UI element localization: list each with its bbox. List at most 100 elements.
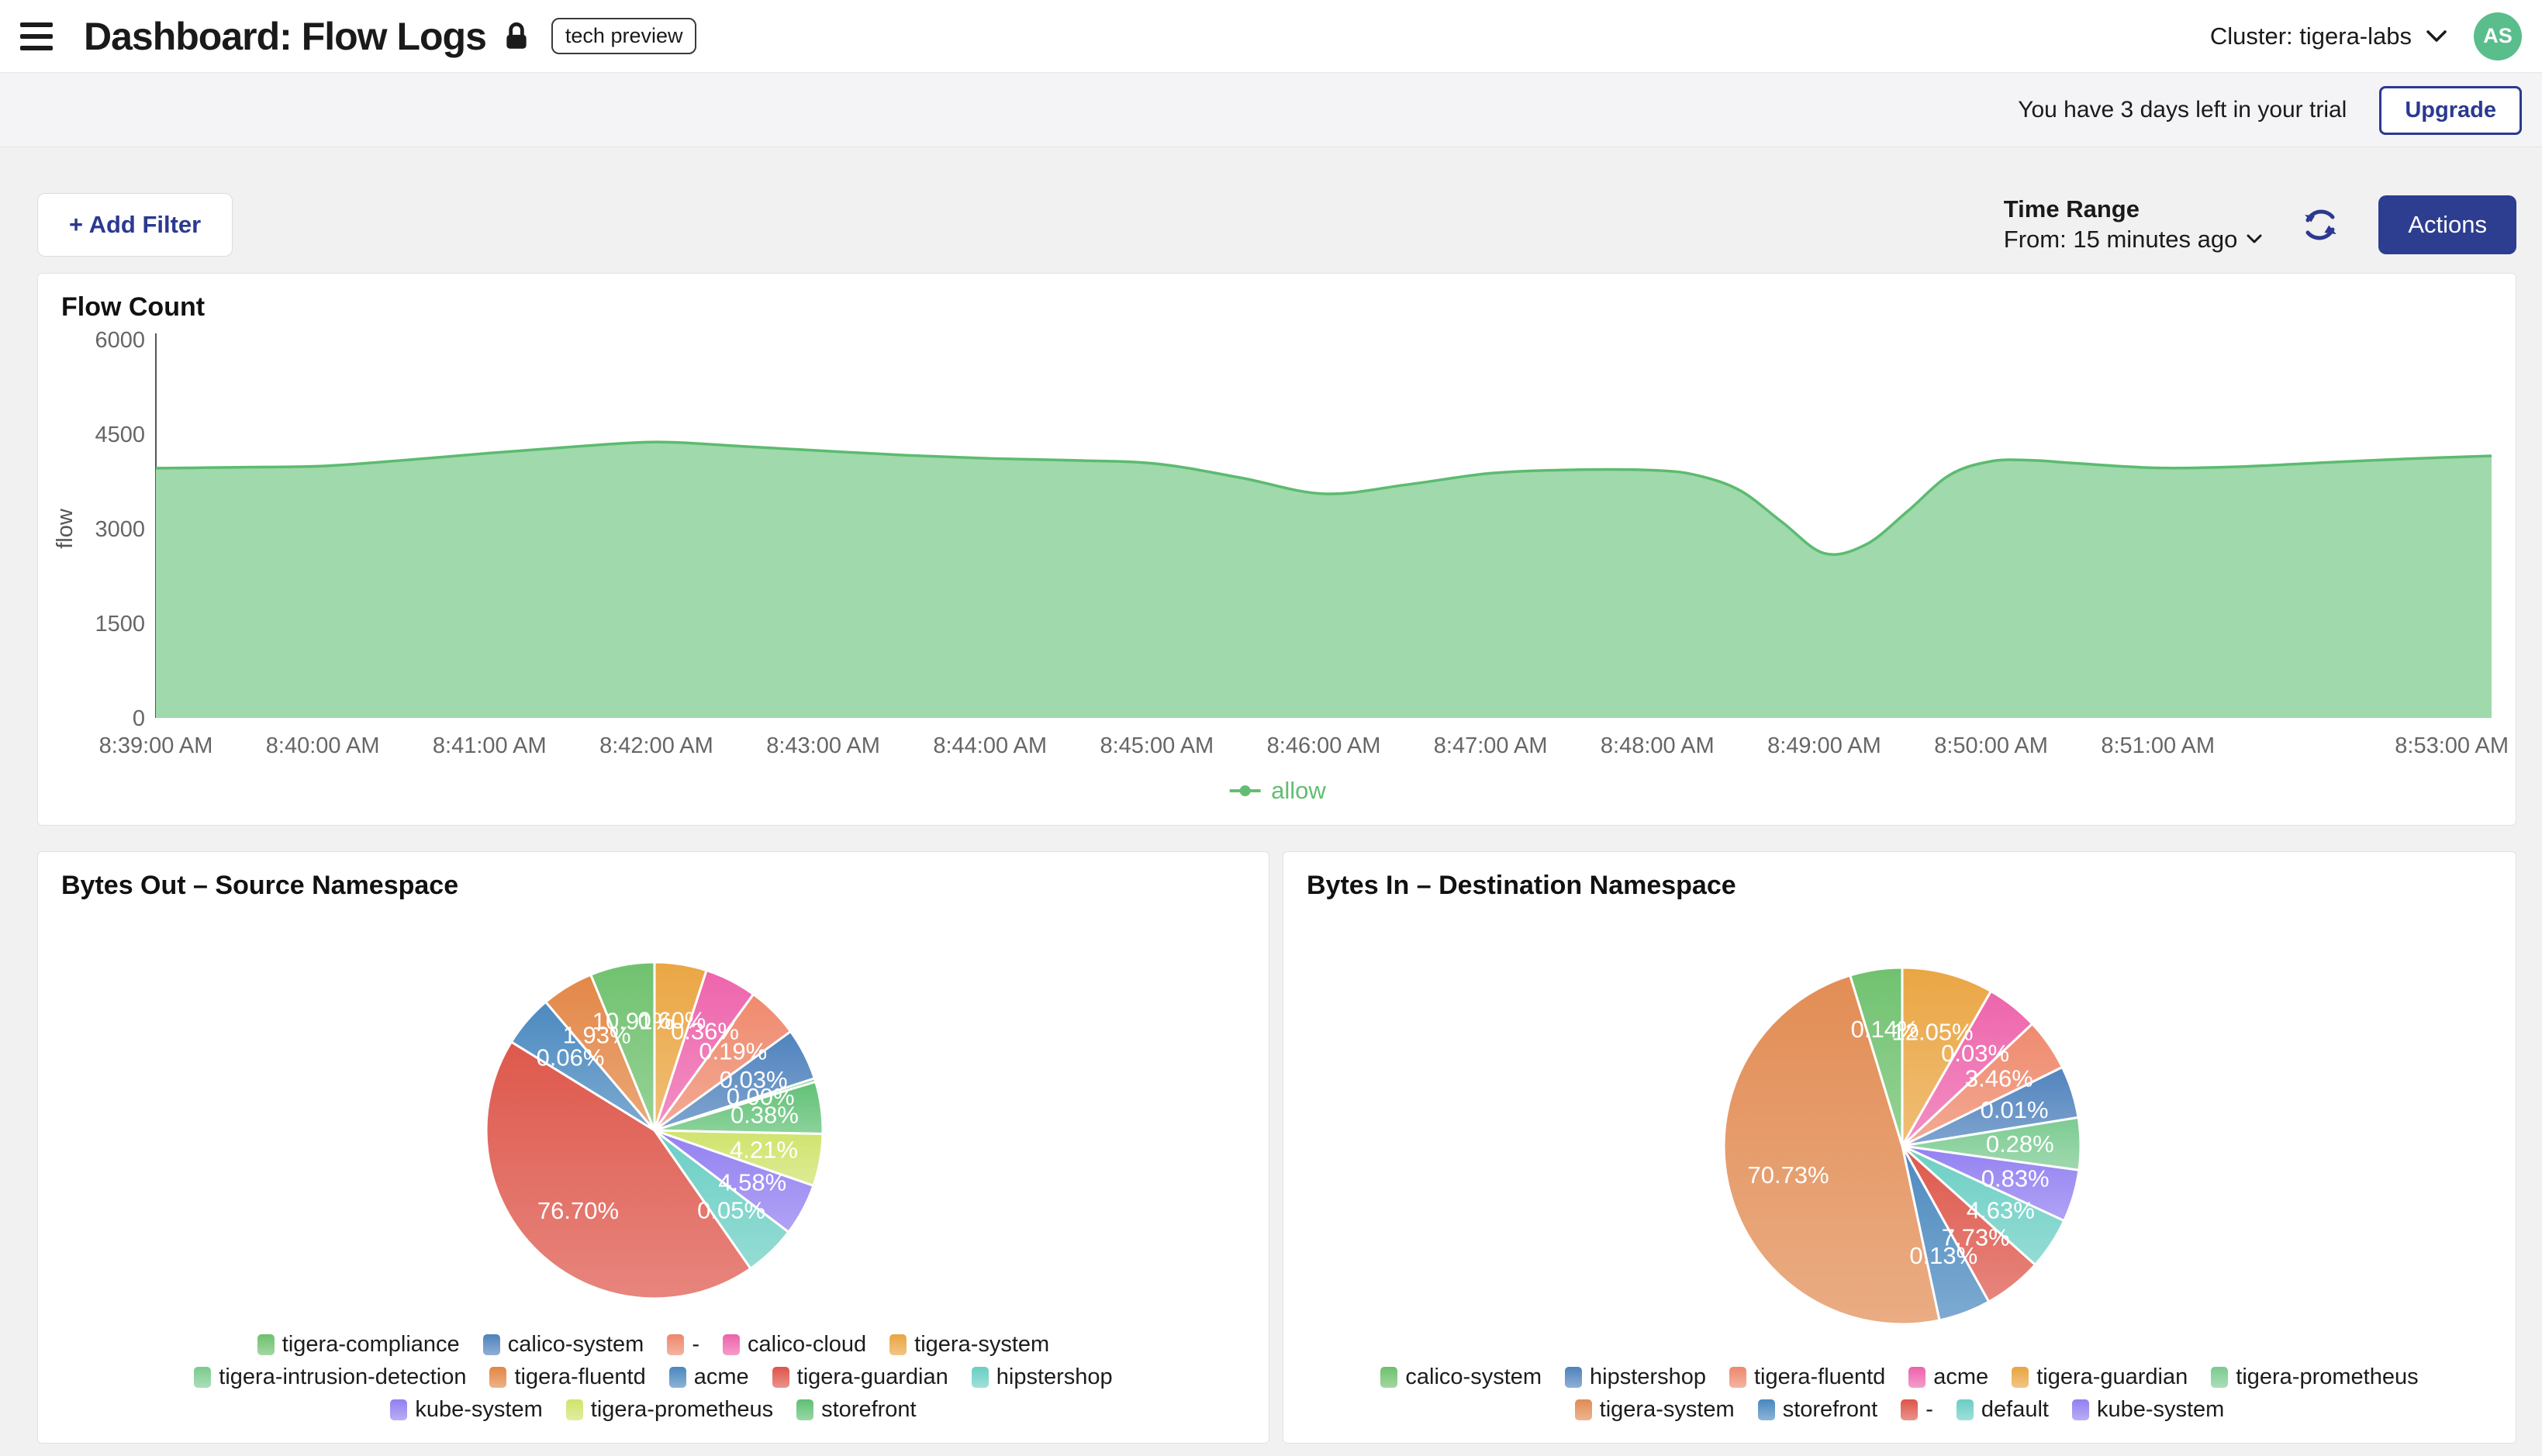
legend-item-kube-system[interactable]: kube-system [390,1397,542,1423]
pie-slice-label: 0.83% [1981,1165,2050,1192]
x-tick-label: 8:46:00 AM [1267,733,1381,758]
pie-slice-label: 4.63% [1967,1196,2035,1223]
legend-label: tigera-guardian [2036,1365,2188,1390]
legend-row: tigera-intrusion-detection tigera-fluentd… [194,1365,1112,1390]
legend-item-tigera-fluentd[interactable]: tigera-fluentd [489,1365,645,1390]
legend-label: hipstershop [996,1365,1113,1390]
legend-swatch-icon [1758,1399,1775,1420]
legend-swatch-icon [669,1367,686,1388]
cluster-selector[interactable]: Cluster: tigera-labs [2210,22,2447,50]
legend-item-tigera-system[interactable]: tigera-system [1575,1397,1735,1423]
legend-item-calico-system[interactable]: calico-system [1380,1365,1542,1390]
pie-slice-label: 0.03% [1941,1040,2009,1067]
legend-label: tigera-system [1600,1397,1735,1423]
legend-item--[interactable]: - [1901,1397,1933,1423]
upgrade-button[interactable]: Upgrade [2379,86,2522,135]
legend-swatch-icon [972,1367,989,1388]
pie-slice-label: 4.58% [718,1169,786,1196]
legend-label: acme [1933,1365,1988,1390]
x-tick-label: 8:47:00 AM [1434,733,1548,758]
pie-chart-bytes-in[interactable]: 12.05%0.03%3.46%0.01%0.28%0.83%4.63%7.73… [1283,852,2516,1348]
chevron-down-icon [2426,29,2447,43]
x-tick-label: 8:45:00 AM [1100,733,1214,758]
actions-button[interactable]: Actions [2378,195,2516,254]
legend-item-tigera-fluentd[interactable]: tigera-fluentd [1729,1365,1885,1390]
legend-item-hipstershop[interactable]: hipstershop [1565,1365,1706,1390]
legend-swatch-icon [390,1399,407,1420]
legend-item-tigera-compliance[interactable]: tigera-compliance [257,1332,460,1358]
toolbar-right: Time Range From: 15 minutes ago Actions [2004,195,2516,255]
legend-label: calico-cloud [748,1332,866,1358]
legend-item-tigera-system[interactable]: tigera-system [889,1332,1049,1358]
bytes-in-card: Bytes In – Destination Namespace 12.05%0… [1283,851,2516,1444]
y-tick-label: 6000 [95,328,145,353]
legend-label: hipstershop [1590,1365,1706,1390]
legend-item-tigera-prometheus[interactable]: tigera-prometheus [2211,1365,2418,1390]
y-tick-label: 1500 [95,612,145,637]
x-tick-label: 8:41:00 AM [433,733,547,758]
x-tick-label: 8:53:00 AM [2395,733,2509,758]
avatar[interactable]: AS [2474,12,2522,60]
allow-legend-label: allow [1271,777,1326,805]
legend-row: tigera-compliance calico-system- calico-cl… [257,1332,1049,1358]
x-tick-label: 8:43:00 AM [766,733,880,758]
legend-label: tigera-compliance [282,1332,460,1358]
time-range-selector[interactable]: From: 15 minutes ago [2004,225,2263,255]
legend-label: tigera-fluentd [1754,1365,1885,1390]
legend-item-tigera-intrusion-detection[interactable]: tigera-intrusion-detection [194,1365,466,1390]
pie-slice-label: 3.46% [1965,1065,2033,1092]
pie-chart-bytes-out[interactable]: 0.60%0.36%0.19%0.03%0.00%0.38%4.21%4.58%… [38,852,1269,1333]
pie-slice-label: 0.05% [697,1196,765,1223]
area-chart[interactable]: 01500300045006000flow8:39:00 AM8:40:00 A… [38,274,2516,825]
legend-label: tigera-system [914,1332,1049,1358]
legend-item-tigera-guardian[interactable]: tigera-guardian [772,1365,948,1390]
x-tick-label: 8:40:00 AM [266,733,380,758]
legend-swatch-icon [1729,1367,1746,1388]
legend-item-kube-system[interactable]: kube-system [2072,1397,2224,1423]
filter-toolbar: + Add Filter Time Range From: 15 minutes… [37,186,2516,264]
app-root: Dashboard: Flow Logs tech preview Cluste… [0,0,2542,1456]
legend-item-storefront[interactable]: storefront [1758,1397,1878,1423]
legend-item-acme[interactable]: acme [1908,1365,1988,1390]
legend-swatch-icon [2211,1367,2228,1388]
line-series-marker-icon [1228,784,1262,798]
pie-slice-label: 0.38% [730,1102,799,1129]
legend-swatch-icon [194,1367,211,1388]
legend-item-tigera-prometheus[interactable]: tigera-prometheus [566,1397,773,1423]
pie-slice-label: 76.70% [537,1197,619,1224]
legend-swatch-icon [489,1367,506,1388]
bytes-in-title: Bytes In – Destination Namespace [1307,871,1736,901]
chevron-down-icon [2247,234,2262,245]
y-tick-label: 4500 [95,423,145,447]
legend-item-calico-cloud[interactable]: calico-cloud [723,1332,866,1358]
legend-label: kube-system [2097,1397,2224,1423]
legend-item-storefront[interactable]: storefront [796,1397,917,1423]
legend-label: storefront [821,1397,917,1423]
bytes-in-legend: calico-system hipstershop tigera-fluentd ac… [1283,1365,2516,1423]
x-tick-label: 8:49:00 AM [1767,733,1881,758]
legend-item-acme[interactable]: acme [669,1365,749,1390]
x-tick-label: 8:44:00 AM [933,733,1047,758]
area-series-allow[interactable] [156,442,2492,718]
hamburger-menu-icon[interactable] [20,22,53,50]
legend-label: storefront [1783,1397,1878,1423]
add-filter-button[interactable]: + Add Filter [37,193,233,257]
x-tick-label: 8:42:00 AM [599,733,713,758]
legend-swatch-icon [1380,1367,1397,1388]
pie-slice-label: 0.28% [1986,1130,2054,1158]
legend-item-calico-system[interactable]: calico-system [483,1332,644,1358]
x-tick-label: 8:50:00 AM [1934,733,2048,758]
legend-swatch-icon [667,1334,684,1355]
header: Dashboard: Flow Logs tech preview Cluste… [0,0,2542,73]
legend-swatch-icon [772,1367,789,1388]
legend-item--[interactable]: - [667,1332,699,1358]
legend-item-default[interactable]: default [1957,1397,2049,1423]
legend-item-hipstershop[interactable]: hipstershop [972,1365,1113,1390]
lock-icon [503,21,530,52]
bytes-out-card: Bytes Out – Source Namespace 0.60%0.36%0… [37,851,1269,1444]
refresh-button[interactable] [2301,205,2340,244]
x-tick-label: 8:51:00 AM [2101,733,2215,758]
legend-item-tigera-guardian[interactable]: tigera-guardian [2012,1365,2188,1390]
allow-legend-item[interactable]: allow [1228,777,1326,805]
bytes-out-title: Bytes Out – Source Namespace [61,871,458,901]
